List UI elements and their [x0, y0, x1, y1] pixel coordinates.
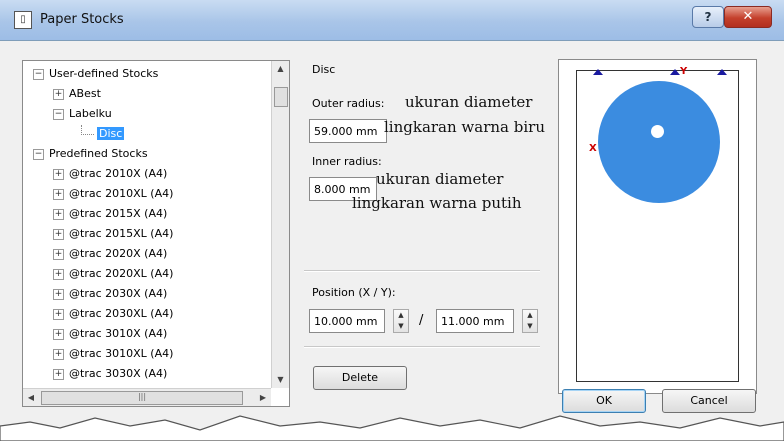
marker-left-icon [593, 69, 603, 75]
x-axis-label: X [589, 143, 597, 154]
expand-icon[interactable]: + [53, 88, 64, 100]
outer-disc [598, 81, 720, 203]
tree-item-label: @trac 2010X (A4) [69, 167, 168, 180]
collapse-icon[interactable]: − [33, 68, 44, 80]
position-label: Position (X / Y): [312, 286, 396, 299]
paper-stocks-dialog: ▯ Paper Stocks ? ✕ − User-defined Stocks +… [0, 0, 784, 441]
torn-edge [0, 415, 784, 441]
y-axis-label: Y [680, 66, 688, 77]
tree-item[interactable]: + @trac 3010X (A4) [53, 325, 167, 343]
collapse-icon[interactable]: − [33, 148, 44, 160]
tree-item[interactable]: − User-defined Stocks [33, 65, 158, 83]
tree-item-label: @trac 2015XL (A4) [69, 227, 174, 240]
outer-radius-input[interactable]: 59.000 mm [309, 119, 387, 143]
tree-item-label: @trac 3010XL (A4) [69, 347, 174, 360]
tree-item-label: @trac 2030X (A4) [69, 287, 168, 300]
outer-annotation-line2: lingkaran warna biru [384, 118, 545, 136]
scroll-down-icon[interactable]: ▼ [272, 372, 289, 388]
expand-icon[interactable]: + [53, 328, 64, 340]
marker-right-icon [717, 69, 727, 75]
position-x-stepper[interactable]: ▲ ▼ [393, 309, 409, 333]
expand-icon[interactable]: + [53, 228, 64, 240]
tree-item-label: @trac 2010XL (A4) [69, 187, 174, 200]
disc-preview: Y X [558, 59, 757, 394]
tree-item[interactable]: + @trac 2015XL (A4) [53, 225, 173, 243]
tree-item[interactable]: + @trac 2015X (A4) [53, 205, 167, 223]
tree-item-label: @trac 3010X (A4) [69, 327, 168, 340]
position-separator: / [419, 313, 424, 328]
expand-icon[interactable]: + [53, 348, 64, 360]
tree-item[interactable]: + @trac 2010XL (A4) [53, 185, 173, 203]
expand-icon[interactable]: + [53, 288, 64, 300]
tree-list: − User-defined Stocks + ABest − Labelku Disc − P… [23, 61, 271, 388]
tree-item-label: @trac 2030XL (A4) [69, 307, 174, 320]
tree-item-label: Labelku [69, 107, 112, 120]
position-y-stepper[interactable]: ▲ ▼ [522, 309, 538, 333]
expand-icon[interactable]: + [53, 308, 64, 320]
tree-item[interactable]: + @trac 2030X (A4) [53, 285, 167, 303]
tree-vertical-scrollbar[interactable]: ▲ ▼ [271, 61, 289, 388]
tree-item[interactable]: + @trac 2020X (A4) [53, 245, 167, 263]
inner-annotation-line2: lingkaran warna putih [352, 194, 522, 212]
inner-annotation-line1: ukuran diameter [376, 170, 504, 188]
tree-item[interactable]: + @trac 3030X (A4) [53, 365, 167, 383]
tree-connector [81, 125, 94, 135]
tree-item-label: Predefined Stocks [49, 147, 148, 160]
position-x-input[interactable]: 10.000 mm [309, 309, 385, 333]
expand-icon[interactable]: + [53, 268, 64, 280]
close-button[interactable]: ✕ [724, 6, 772, 28]
expand-icon[interactable]: + [53, 168, 64, 180]
title-bar: ▯ Paper Stocks ? ✕ [0, 0, 784, 41]
separator-2 [304, 346, 540, 348]
section-title: Disc [312, 63, 336, 76]
expand-icon[interactable]: + [53, 248, 64, 260]
tree-item[interactable]: − Predefined Stocks [33, 145, 148, 163]
delete-button[interactable]: Delete [313, 366, 407, 390]
window-title: Paper Stocks [40, 12, 124, 27]
tree-item[interactable]: + ABest [53, 85, 101, 103]
separator-1 [304, 270, 540, 272]
tree-item-label: @trac 2020X (A4) [69, 247, 168, 260]
scroll-thumb[interactable] [274, 87, 288, 107]
tree-item-label: @trac 2015X (A4) [69, 207, 168, 220]
inner-radius-label: Inner radius: [312, 155, 382, 168]
inner-hole [651, 125, 664, 138]
tree-item[interactable]: − Labelku [53, 105, 112, 123]
help-button[interactable]: ? [692, 6, 724, 28]
tree-item-label: ABest [69, 87, 101, 100]
tree-item[interactable]: + @trac 2020XL (A4) [53, 265, 173, 283]
tree-item-label: User-defined Stocks [49, 67, 159, 80]
scroll-up-icon[interactable]: ▲ [272, 61, 289, 77]
position-y-input[interactable]: 11.000 mm [436, 309, 514, 333]
tree-item-label: @trac 2020XL (A4) [69, 267, 174, 280]
expand-icon[interactable]: + [53, 208, 64, 220]
stock-tree[interactable]: − User-defined Stocks + ABest − Labelku Disc − P… [22, 60, 290, 407]
outer-annotation-line1: ukuran diameter [405, 93, 533, 111]
tree-item-label: @trac 3030X (A4) [69, 367, 168, 380]
app-icon: ▯ [14, 11, 32, 29]
expand-icon[interactable]: + [53, 188, 64, 200]
page-preview: Y X [576, 66, 739, 382]
marker-mid-icon [670, 69, 680, 75]
tree-item-label: Disc [97, 127, 125, 140]
tree-item[interactable]: + @trac 2010X (A4) [53, 165, 167, 183]
outer-radius-label: Outer radius: [312, 97, 385, 110]
horizontal-scroll-thumb[interactable]: ||| [41, 391, 243, 405]
tree-item[interactable]: Disc [81, 125, 125, 143]
expand-icon[interactable]: + [53, 368, 64, 380]
tree-item[interactable]: + @trac 3010XL (A4) [53, 345, 173, 363]
tree-item[interactable]: + @trac 2030XL (A4) [53, 305, 173, 323]
collapse-icon[interactable]: − [53, 108, 64, 120]
